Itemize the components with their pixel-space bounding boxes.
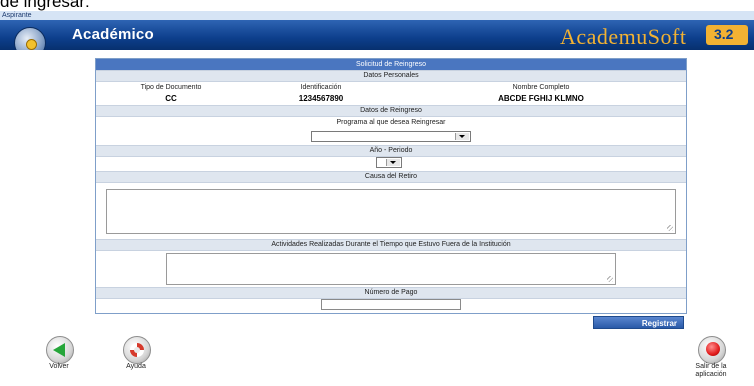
snippet-text: de ingresar: xyxy=(0,0,90,11)
reentry-form: Solicitud de Reingreso Datos Personales … xyxy=(95,58,687,314)
payment-number-input[interactable] xyxy=(321,299,461,310)
lifebuoy-icon xyxy=(130,343,144,357)
program-label: Programa al que desea Reingresar xyxy=(336,119,446,126)
value-document-type: CC xyxy=(165,94,177,103)
withdrawal-textarea[interactable] xyxy=(106,189,676,234)
withdrawal-section-header: Causa del Retiro xyxy=(96,171,686,183)
arrow-left-icon xyxy=(53,343,65,357)
col-document-type: Tipo de Documento xyxy=(140,84,202,91)
exit-label-line1: Salir de la xyxy=(695,363,727,370)
period-section-header: Año - Periodo xyxy=(96,145,686,157)
activities-section-header: Actividades Realizadas Durante el Tiempo… xyxy=(96,239,686,251)
exit-icon xyxy=(706,342,720,356)
col-identification: Identificación xyxy=(300,84,342,91)
chevron-down-icon xyxy=(386,159,400,166)
register-button[interactable]: Registrar xyxy=(593,316,684,329)
col-full-name: Nombre Completo xyxy=(512,84,570,91)
form-title: Solicitud de Reingreso xyxy=(96,59,686,70)
personal-section-header: Datos Personales xyxy=(96,70,686,82)
help-button[interactable] xyxy=(123,336,151,364)
value-identification: 1234567890 xyxy=(298,94,344,103)
chevron-down-icon xyxy=(455,133,469,140)
role-label: Aspirante xyxy=(0,11,754,20)
exit-button[interactable] xyxy=(698,336,726,364)
resize-grip-icon[interactable] xyxy=(667,225,673,231)
activities-textarea[interactable] xyxy=(166,253,616,285)
brand-version: 3.2 xyxy=(714,26,734,42)
back-label: Volver xyxy=(49,363,69,370)
program-select[interactable] xyxy=(311,131,471,142)
payment-section-header: Número de Pago xyxy=(96,287,686,299)
module-title: Académico xyxy=(72,26,154,43)
reentry-section-header: Datos de Reingreso xyxy=(96,105,686,117)
period-select[interactable] xyxy=(376,157,402,168)
exit-label-line2: aplicación xyxy=(695,371,727,378)
resize-grip-icon[interactable] xyxy=(607,276,613,282)
help-label: Ayuda xyxy=(126,363,146,370)
value-full-name: ABCDE FGHIJ KLMNO xyxy=(498,94,584,103)
brand-name: AcademuSoft xyxy=(560,24,687,49)
brand-version-badge: 3.2 xyxy=(706,25,748,45)
back-button[interactable] xyxy=(46,336,74,364)
